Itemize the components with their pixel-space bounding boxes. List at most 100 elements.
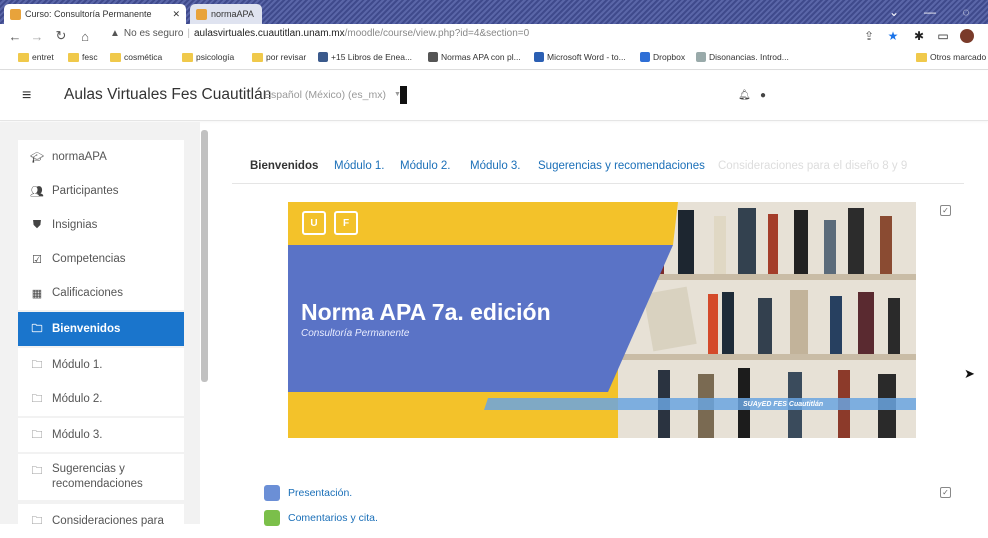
url-path: /moodle/course/view.php?id=4&section=0 <box>344 28 530 39</box>
bookmark-normas-apa[interactable]: Normas APA con pl... <box>428 52 521 62</box>
minimize-icon[interactable]: — <box>912 0 948 24</box>
bookmark-cosmetica[interactable]: cosmética <box>110 52 162 62</box>
browser-tab-title: Curso: Consultoría Permanente <box>25 9 152 19</box>
share-icon[interactable]: ⇪ <box>860 27 878 45</box>
warning-icon: ▲ <box>110 28 120 39</box>
banner-footer: SUAyED FES Cuautitlán <box>743 401 824 408</box>
checkbox-icon: ☑ <box>32 253 42 266</box>
folder-icon: 🗀 <box>31 514 43 527</box>
file-icon <box>264 485 280 501</box>
avatar[interactable] <box>958 27 976 45</box>
course-section-tabs: Bienvenidos Módulo 1. Módulo 2. Módulo 3… <box>232 150 964 184</box>
star-icon[interactable]: ★ <box>884 27 902 45</box>
banner-subtitle: Consultoría Permanente <box>301 328 410 339</box>
hamburger-icon[interactable]: ≡ <box>22 87 31 105</box>
word-icon <box>534 52 544 62</box>
home-icon[interactable]: ⌂ <box>74 25 96 47</box>
chevron-down-icon[interactable]: ⌄ <box>876 0 912 24</box>
chat-icon[interactable]: ● <box>760 90 766 101</box>
sidebar-item-label: Consideraciones para <box>52 514 164 527</box>
bookmark-entret[interactable]: entret <box>18 52 54 62</box>
tab-consideraciones[interactable]: Consideraciones para el diseño 8 y 9 <box>718 160 907 172</box>
bookmark-libros[interactable]: +15 Libros de Enea... <box>318 52 412 62</box>
bookmark-dropbox[interactable]: Dropbox <box>640 52 685 62</box>
forward-arrow-icon[interactable]: → <box>26 25 48 47</box>
browser-tab-title: normaAPA <box>211 9 254 19</box>
bookmark-fesc[interactable]: fesc <box>68 52 98 62</box>
activity-link[interactable]: Presentación. <box>288 487 352 499</box>
moodle-navbar: ≡ Aulas Virtuales Fes Cuautitlán Español… <box>0 71 988 121</box>
bell-icon[interactable]: 🔔︎ <box>738 90 751 101</box>
restore-icon[interactable]: ◌ <box>948 0 984 24</box>
bookmark-disonancias[interactable]: Disonancias. Introd... <box>696 52 789 62</box>
dropbox-icon <box>640 52 650 62</box>
completion-checkbox[interactable]: ✓ <box>940 205 951 216</box>
folder-icon <box>182 52 193 62</box>
sidebar-item-sugerencias[interactable]: 🗀 Sugerencias y recomendaciones <box>18 454 184 500</box>
site-name[interactable]: Aulas Virtuales Fes Cuautitlán <box>64 86 271 104</box>
folder-icon <box>916 52 927 62</box>
tab-bienvenidos[interactable]: Bienvenidos <box>250 160 318 172</box>
sidebar-item-normaapa[interactable]: 🎓︎ normaAPA <box>18 140 184 174</box>
security-label: No es seguro <box>123 28 184 39</box>
bookmark-label: Normas APA con pl... <box>441 52 521 62</box>
folder-icon: 🗀 <box>31 392 43 405</box>
bookmark-word[interactable]: Microsoft Word - to... <box>534 52 626 62</box>
bookmark-label: psicología <box>196 52 235 62</box>
reload-icon[interactable]: ↻ <box>50 25 72 47</box>
banner-title: Norma APA 7a. edición <box>301 299 551 325</box>
bookmark-otros[interactable]: Otros marcado <box>916 52 986 62</box>
bookmark-psicologia[interactable]: psicología <box>182 52 234 62</box>
course-banner-image: U F Norma APA 7a. edición Consultoría Pe… <box>288 202 916 438</box>
bookmark-label: +15 Libros de Enea... <box>331 52 413 62</box>
back-arrow-icon[interactable]: ← <box>4 25 26 47</box>
extensions-icon[interactable]: ✱ <box>910 27 928 45</box>
browser-tab-normaapa[interactable]: normaAPA <box>190 4 262 24</box>
sidebar-item-consideraciones[interactable]: 🗀 Consideraciones para <box>18 504 184 538</box>
bookmark-icon <box>318 52 328 62</box>
sidebar-item-label: Sugerencias y recomendaciones <box>52 463 143 490</box>
sidebar-item-competencias[interactable]: ☑ Competencias <box>18 242 184 276</box>
sidebar-item-label: Módulo 2. <box>52 392 103 405</box>
sidebar-item-calificaciones[interactable]: ▦ Calificaciones <box>18 276 184 310</box>
sidebar-item-participantes[interactable]: 👥︎ Participantes <box>18 174 184 208</box>
mouse-pointer-icon: ➤ <box>964 366 975 381</box>
bookmark-label: Dropbox <box>653 52 686 62</box>
tab-modulo-1[interactable]: Módulo 1. <box>334 160 385 172</box>
language-selector[interactable]: Español (México) (es_mx) <box>264 89 386 101</box>
bookmark-label: fesc <box>82 52 98 62</box>
bookmark-label: Disonancias. Introd... <box>709 52 789 62</box>
sidebar-item-bienvenidos[interactable]: 🗀 Bienvenidos <box>18 312 184 346</box>
sidebar-item-insignias[interactable]: ⛊ Insignias <box>18 208 184 242</box>
shield-icon: ⛊ <box>32 218 42 231</box>
bookmark-label: entret <box>32 52 54 62</box>
sidebar-item-label: Participantes <box>52 184 119 197</box>
sidebar-scrollbar[interactable] <box>201 130 208 382</box>
fes-logo-icon: F <box>334 211 358 235</box>
sidebar-item-modulo-2[interactable]: 🗀 Módulo 2. <box>18 382 184 416</box>
bookmark-por-revisar[interactable]: por revisar <box>252 52 306 62</box>
bookmark-icon <box>428 52 438 62</box>
bookmark-icon <box>696 52 706 62</box>
bookmark-label: cosmética <box>124 52 163 62</box>
sidebar-item-modulo-3[interactable]: 🗀 Módulo 3. <box>18 418 184 452</box>
tab-sugerencias[interactable]: Sugerencias y recomendaciones <box>538 160 705 172</box>
tab-modulo-2[interactable]: Módulo 2. <box>400 160 451 172</box>
sidepanel-icon[interactable]: ▭ <box>934 27 952 45</box>
activity-link[interactable]: Comentarios y cita. <box>288 512 378 524</box>
close-icon[interactable]: ✕ <box>172 9 180 20</box>
completion-checkbox[interactable]: ✓ <box>940 487 951 498</box>
moodle-favicon-icon <box>196 8 207 20</box>
language-selector-cursor <box>400 86 407 104</box>
tab-modulo-3[interactable]: Módulo 3. <box>470 160 521 172</box>
url-host: aulasvirtuales.cuautitlan.unam.mx <box>194 28 345 39</box>
sidebar-item-modulo-1[interactable]: 🗀 Módulo 1. <box>18 348 184 382</box>
activity-presentacion[interactable]: Presentación. <box>264 485 352 501</box>
url-field[interactable]: ▲ No es seguro | aulasvirtuales.cuautitl… <box>110 28 529 39</box>
folder-icon <box>110 52 121 62</box>
moodle-favicon-icon <box>10 8 21 20</box>
sidebar-item-label: Insignias <box>52 218 98 231</box>
browser-tab-course[interactable]: Curso: Consultoría Permanente ✕ <box>4 4 186 24</box>
sidebar-item-label: Competencias <box>52 252 126 265</box>
folder-icon: 🗀 <box>31 428 43 441</box>
